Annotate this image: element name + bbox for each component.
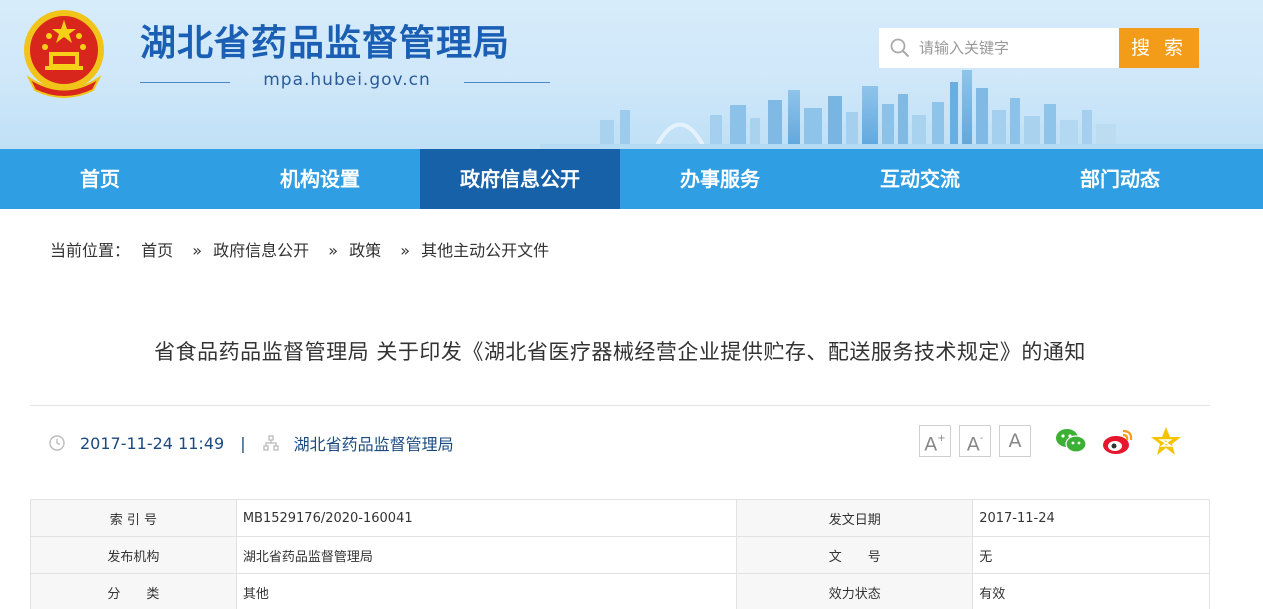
validity-status-label: 效力状态 — [736, 573, 974, 609]
breadcrumb-item-policy[interactable]: 政策 — [349, 241, 381, 260]
clock-icon — [49, 435, 65, 451]
site-domain: mpa.hubei.gov.cn — [140, 70, 550, 94]
font-larger-label: A — [924, 433, 938, 456]
wechat-share-icon[interactable] — [1054, 425, 1088, 457]
publish-datetime: 2017-11-24 11:49 — [80, 433, 225, 453]
nav-item-organization[interactable]: 机构设置 — [220, 149, 420, 209]
search-icon — [890, 38, 910, 58]
breadcrumb-separator: » — [400, 241, 411, 260]
font-default-label: A — [1008, 430, 1022, 452]
font-default-button[interactable]: A — [999, 425, 1031, 457]
breadcrumb-separator: » — [328, 241, 339, 260]
domain-text: mpa.hubei.gov.cn — [263, 70, 431, 90]
nav-item-news[interactable]: 部门动态 — [1020, 149, 1220, 209]
category-value: 其他 — [235, 573, 738, 609]
nav-item-services[interactable]: 办事服务 — [620, 149, 820, 209]
breadcrumb-prefix: 当前位置： — [50, 241, 131, 260]
font-smaller-mark: - — [979, 433, 984, 444]
article-title: 省食品药品监督管理局 关于印发《湖北省医疗器械经营企业提供贮存、配送服务技术规定… — [154, 340, 1086, 364]
issue-date-label: 发文日期 — [736, 499, 974, 537]
weibo-share-icon[interactable] — [1101, 425, 1135, 457]
qzone-share-icon[interactable] — [1149, 425, 1183, 457]
table-row: 发布机构 湖北省药品监督管理局 文 号 无 — [30, 536, 1210, 574]
document-number-label: 文 号 — [736, 536, 974, 574]
nav-item-gov-info[interactable]: 政府信息公开 — [420, 149, 620, 209]
validity-status-value: 有效 — [972, 573, 1210, 609]
title-divider — [30, 405, 1210, 406]
publisher-name: 湖北省药品监督管理局 — [293, 435, 454, 454]
index-number-value: MB1529176/2020-160041 — [235, 499, 738, 537]
publisher-label: 发布机构 — [30, 536, 237, 574]
organization-icon — [262, 435, 279, 451]
domain-line-left — [140, 82, 230, 83]
domain-line-right — [464, 82, 550, 83]
breadcrumb-item-gov-info[interactable]: 政府信息公开 — [213, 241, 309, 260]
breadcrumb-item-other-docs[interactable]: 其他主动公开文件 — [421, 241, 549, 260]
city-skyline-image — [540, 70, 1263, 149]
site-header: 湖北省药品监督管理局 mpa.hubei.gov.cn 搜 索 — [0, 0, 1263, 149]
nav-item-home[interactable]: 首页 — [0, 149, 220, 209]
main-nav: 首页 机构设置 政府信息公开 办事服务 互动交流 部门动态 — [0, 149, 1263, 209]
font-larger-button[interactable]: A+ — [919, 425, 951, 457]
issue-date-value: 2017-11-24 — [972, 499, 1210, 537]
site-title: 湖北省药品监督管理局 — [140, 23, 511, 64]
document-number-value: 无 — [972, 536, 1210, 574]
national-emblem-logo — [24, 10, 104, 98]
breadcrumb-item-home[interactable]: 首页 — [141, 241, 173, 260]
search-button[interactable]: 搜 索 — [1119, 28, 1199, 68]
breadcrumb: 当前位置： 首页 » 政府信息公开 » 政策 » 其他主动公开文件 — [50, 237, 555, 261]
breadcrumb-separator: » — [192, 241, 203, 260]
meta-separator: | — [240, 433, 246, 453]
search-box — [879, 28, 1119, 68]
table-row: 索 引 号 MB1529176/2020-160041 发文日期 2017-11… — [30, 499, 1210, 537]
font-smaller-label: A — [966, 433, 980, 456]
font-larger-mark: + — [937, 433, 946, 444]
category-label: 分 类 — [30, 573, 237, 609]
nav-item-interaction[interactable]: 互动交流 — [820, 149, 1020, 209]
font-smaller-button[interactable]: A- — [959, 425, 991, 457]
index-number-label: 索 引 号 — [30, 499, 237, 537]
article-meta: 2017-11-24 11:49 | 湖北省药品监督管理局 — [48, 430, 454, 456]
document-info-table: 索 引 号 MB1529176/2020-160041 发文日期 2017-11… — [30, 499, 1210, 609]
table-row: 分 类 其他 效力状态 有效 — [30, 573, 1210, 609]
publisher-value: 湖北省药品监督管理局 — [235, 536, 738, 574]
search-input[interactable] — [919, 29, 1119, 67]
